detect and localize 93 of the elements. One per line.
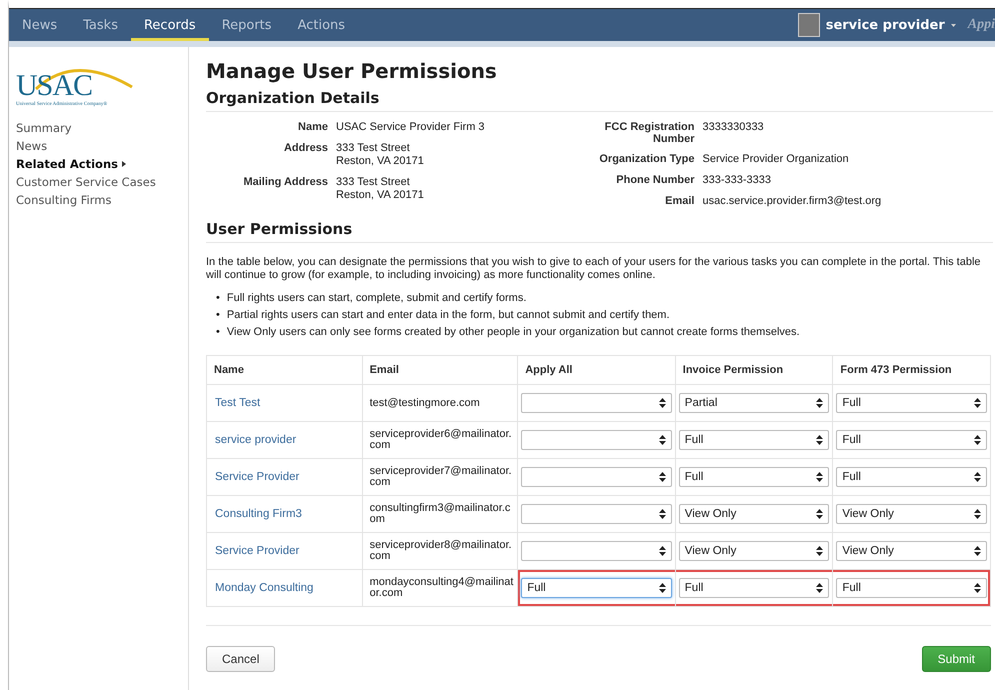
field-label: Mailing Address — [242, 176, 328, 190]
field-value: 333 Test Street — [336, 176, 411, 189]
user-menu[interactable]: service provider — [826, 18, 945, 32]
permission-select[interactable]: Full — [678, 578, 830, 598]
field-value: Reston, VA 20171 — [336, 155, 425, 168]
updown-caret-icon — [974, 398, 981, 408]
email-cell-text: serviceprovider6@mailinator.com — [368, 429, 513, 451]
field-value: usac.service.provider.firm3@test.org — [702, 195, 882, 208]
field-label: Phone Number — [615, 174, 694, 187]
permission-select[interactable]: Full — [836, 578, 987, 598]
permission-select[interactable] — [521, 541, 672, 561]
permission-select[interactable]: View Only — [836, 504, 987, 524]
permission-select[interactable]: Full — [678, 430, 830, 450]
user-name-link[interactable]: Test Test — [215, 397, 260, 409]
column-header: Invoice Permission — [675, 356, 833, 384]
sidebar-item[interactable]: News — [16, 137, 48, 155]
permission-select[interactable]: Partial — [678, 393, 830, 413]
field-value: Service Provider Organization — [702, 153, 850, 166]
email-cell-text: serviceprovider8@mailinator.com — [368, 540, 513, 562]
updown-caret-icon — [974, 472, 981, 482]
field-value: 3333330333 — [702, 121, 765, 134]
field-label: Name — [297, 121, 328, 134]
cancel-button[interactable]: Cancel — [206, 646, 276, 672]
triangle-icon — [122, 161, 126, 167]
section-heading: Organization Details — [206, 89, 993, 112]
brand-name: Appi — [968, 17, 995, 33]
permission-select[interactable]: Full — [521, 578, 672, 598]
bullet-item: View Only users can only see forms created by other people in your organization but cannot create forms themselves. — [226, 325, 800, 340]
field-value: Reston, VA 20171 — [336, 189, 425, 202]
updown-caret-icon — [658, 435, 666, 445]
bullet-item: Partial rights users can start and enter data in the form, but cannot submit and certify them. — [226, 308, 670, 323]
updown-caret-icon — [816, 472, 824, 482]
nav-tab[interactable]: Tasks — [70, 9, 131, 41]
bullet-marker: • — [216, 325, 220, 340]
updown-caret-icon — [658, 398, 666, 408]
updown-caret-icon — [658, 472, 666, 482]
updown-caret-icon — [816, 583, 824, 593]
updown-caret-icon — [816, 398, 824, 408]
page-title: Manage User Permissions — [206, 59, 498, 83]
updown-caret-icon — [816, 435, 824, 445]
permission-select[interactable]: Full — [836, 467, 987, 487]
sidebar-item[interactable]: Consulting Firms — [16, 191, 112, 209]
permission-select[interactable] — [521, 504, 672, 524]
user-name-link[interactable]: Service Provider — [215, 545, 300, 557]
bullet-marker: • — [216, 308, 220, 323]
email-cell-text: consultingfirm3@mailinator.com — [368, 503, 512, 525]
field-value: 333-333-3333 — [702, 174, 772, 187]
email-cell-text: test@testingmore.com — [368, 398, 481, 408]
updown-caret-icon — [816, 546, 824, 556]
field-label: FCC Registration Number — [604, 121, 694, 145]
permission-select[interactable]: Full — [678, 467, 830, 487]
field-label: Address — [282, 142, 328, 156]
user-name-link[interactable]: service provider — [215, 434, 296, 446]
permission-select[interactable]: View Only — [678, 504, 830, 524]
column-header: Apply All — [518, 356, 676, 384]
nav-tab[interactable]: News — [9, 9, 70, 41]
permission-select[interactable] — [521, 467, 672, 487]
permission-select[interactable]: View Only — [678, 541, 830, 561]
caret-icon[interactable] — [950, 24, 956, 26]
field-label: Organization Type — [598, 153, 694, 166]
intro-paragraph: In the table below, you can designate the permissions that you wish to give to each of your users for the various tasks you can complete in the portal. This table will continue to grow (for example, to including invoicing) as more functionality comes online. — [206, 256, 982, 282]
field-value: 333 Test Street — [336, 142, 411, 155]
column-header: Form 473 Permission — [832, 356, 990, 384]
bullet-marker: • — [216, 291, 220, 306]
updown-caret-icon — [974, 509, 981, 519]
user-name-link[interactable]: Consulting Firm3 — [215, 508, 302, 520]
updown-caret-icon — [658, 509, 666, 519]
nav-tab[interactable]: Reports — [208, 9, 285, 41]
permission-select[interactable] — [521, 393, 672, 413]
email-cell-text: mondayconsulting4@mailinator.com — [368, 577, 514, 599]
sidebar-item[interactable]: Customer Service Cases — [16, 173, 156, 191]
updown-caret-icon — [658, 546, 666, 556]
permission-select[interactable]: View Only — [836, 541, 987, 561]
updown-caret-icon — [816, 509, 824, 519]
sidebar-item[interactable]: Summary — [16, 119, 72, 137]
updown-caret-icon — [974, 546, 981, 556]
sidebar-item[interactable]: Related Actions — [16, 155, 126, 173]
column-header: Email — [362, 356, 518, 384]
updown-caret-icon — [658, 583, 666, 593]
field-value: USAC Service Provider Firm 3 — [336, 121, 486, 134]
updown-caret-icon — [974, 435, 981, 445]
column-header: Name — [206, 356, 362, 384]
email-cell-text: serviceprovider7@mailinator.com — [368, 466, 513, 488]
user-name-link[interactable]: Service Provider — [215, 471, 300, 483]
field-label: Email — [664, 195, 694, 208]
avatar-placeholder — [798, 13, 820, 37]
updown-caret-icon — [974, 583, 981, 593]
bullet-item: Full rights users can start, complete, submit and certify forms. — [226, 291, 526, 306]
nav-tab[interactable]: Actions — [284, 9, 358, 41]
permission-select[interactable]: Full — [836, 430, 987, 450]
permission-select[interactable]: Full — [836, 393, 987, 413]
section-heading: User Permissions — [206, 220, 993, 243]
permission-select[interactable] — [521, 430, 672, 450]
